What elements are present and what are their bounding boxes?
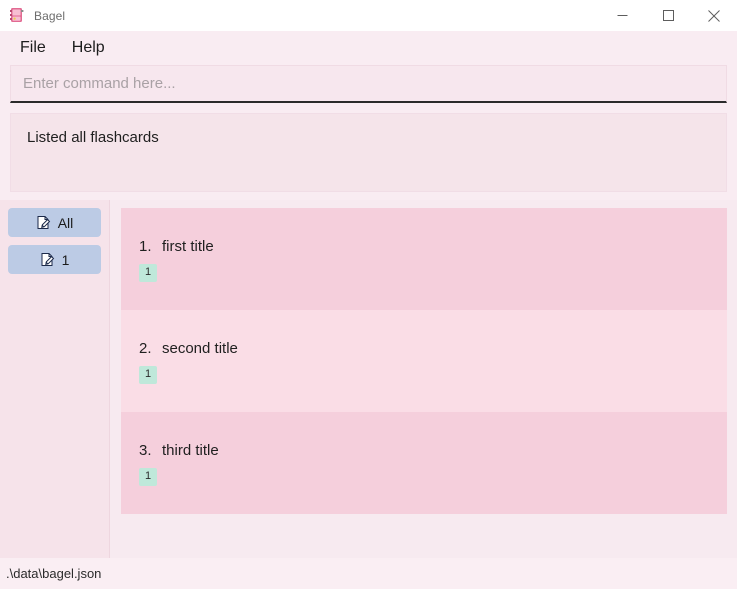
menubar: File Help [0,31,737,65]
deck-button-label: 1 [61,251,70,268]
flashcard-index: 3. [139,442,152,459]
window-controls [599,0,737,31]
flashcard-title: first title [162,238,214,255]
command-input[interactable] [10,65,727,103]
flashcard-title-row: 1. first title [139,238,727,255]
note-edit-icon [36,215,51,230]
flashcard-tag: 1 [139,366,158,384]
flashcard-tag-row: 1 [139,468,727,486]
window-title: Bagel [34,8,66,23]
maximize-icon[interactable] [645,0,691,31]
flashcard-index: 2. [139,340,152,357]
statusbar-save-path: .\data\bagel.json [6,566,102,581]
flashcard-item[interactable]: 1. first title 1 [121,208,727,310]
statusbar: .\data\bagel.json [0,558,737,589]
titlebar: Bagel [0,0,737,31]
deck-button-1[interactable]: 1 [8,245,101,274]
result-display-box: Listed all flashcards [10,113,727,192]
flashcard-tag-row: 1 [139,366,727,384]
deck-button-label: All [57,214,74,231]
menu-item-help[interactable]: Help [66,36,111,59]
deck-sidebar: All 1 [0,200,110,558]
flashcard-list[interactable]: 1. first title 1 2. second title 1 3. th… [110,200,737,558]
flashcard-tag: 1 [139,468,158,486]
note-edit-icon [40,252,55,267]
flashcard-title-row: 3. third title [139,442,727,459]
menu-item-file[interactable]: File [14,36,52,59]
flashcard-title: third title [162,442,219,459]
result-display-container: Listed all flashcards [0,107,737,200]
minimize-icon[interactable] [599,0,645,31]
app-window: Bagel File Help Listed all flashcards [0,0,737,589]
close-icon[interactable] [691,0,737,31]
flashcard-tag: 1 [139,264,158,282]
flashcard-title: second title [162,340,238,357]
result-text: Listed all flashcards [27,129,159,146]
flashcard-tag-row: 1 [139,264,727,282]
flashcard-item[interactable]: 3. third title 1 [121,412,727,514]
deck-button-all[interactable]: All [8,208,101,237]
flashcard-item[interactable]: 2. second title 1 [121,310,727,412]
command-input-container [0,65,737,107]
flashcard-index: 1. [139,238,152,255]
bagel-app-icon [9,7,26,24]
main-content: All 1 1. first title 1 2. second title 1… [0,200,737,558]
titlebar-left-group: Bagel [0,7,65,24]
flashcard-title-row: 2. second title [139,340,727,357]
